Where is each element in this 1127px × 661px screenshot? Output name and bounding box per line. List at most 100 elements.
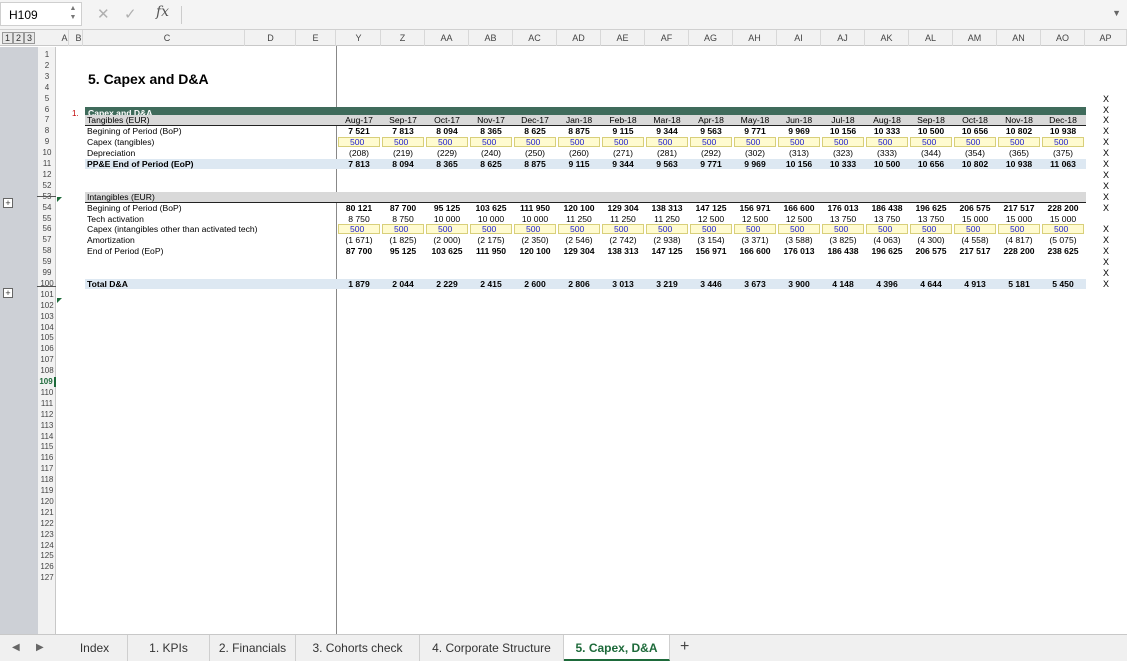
- intangibles-value-cell[interactable]: 500: [337, 224, 381, 234]
- row-header-3[interactable]: 3: [38, 72, 56, 82]
- next-sheet-icon[interactable]: ▶: [36, 642, 44, 653]
- intangibles-value-cell[interactable]: 500: [997, 224, 1041, 234]
- intangibles-value-cell[interactable]: 95 125: [425, 203, 469, 213]
- intangibles-value-cell[interactable]: 15 000: [997, 214, 1041, 224]
- tangibles-value-cell[interactable]: 8 094: [425, 126, 469, 136]
- tangibles-header-label[interactable]: Tangibles (EUR): [87, 115, 150, 125]
- column-header-ao[interactable]: AO: [1041, 30, 1085, 46]
- intangibles-value-cell[interactable]: 500: [645, 224, 689, 234]
- column-header-al[interactable]: AL: [909, 30, 953, 46]
- total-da-value-cell[interactable]: 3 900: [777, 279, 821, 289]
- intangibles-value-cell[interactable]: 176 013: [821, 203, 865, 213]
- row-header-121[interactable]: 121: [38, 508, 56, 518]
- tangibles-value-cell[interactable]: 10 500: [909, 126, 953, 136]
- tangibles-value-cell[interactable]: 500: [381, 137, 425, 147]
- month-header[interactable]: Dec-17: [513, 115, 557, 125]
- row-header-2[interactable]: 2: [38, 61, 56, 71]
- column-header-y[interactable]: Y: [337, 30, 381, 46]
- row-header-124[interactable]: 124: [38, 541, 56, 551]
- month-header[interactable]: Jun-18: [777, 115, 821, 125]
- row-header-12[interactable]: 12: [38, 170, 56, 180]
- tangibles-value-cell[interactable]: 500: [1041, 137, 1085, 147]
- tangibles-value-cell[interactable]: 9 115: [601, 126, 645, 136]
- tangibles-value-cell[interactable]: 500: [337, 137, 381, 147]
- row-header-101[interactable]: 101: [38, 290, 56, 300]
- intangibles-value-cell[interactable]: 206 575: [953, 203, 997, 213]
- intangibles-value-cell[interactable]: 500: [909, 224, 953, 234]
- month-header[interactable]: May-18: [733, 115, 777, 125]
- row-header-118[interactable]: 118: [38, 475, 56, 485]
- tangibles-value-cell[interactable]: 500: [645, 137, 689, 147]
- column-header-ag[interactable]: AG: [689, 30, 733, 46]
- intangibles-value-cell[interactable]: 95 125: [381, 246, 425, 256]
- tangibles-value-cell[interactable]: 10 333: [821, 159, 865, 169]
- column-header-ap[interactable]: AP: [1085, 30, 1127, 46]
- check-marker[interactable]: X: [1103, 268, 1109, 278]
- sheet-tab-4[interactable]: 3. Cohorts check: [296, 635, 420, 661]
- check-marker[interactable]: X: [1103, 279, 1109, 289]
- row-header-117[interactable]: 117: [38, 464, 56, 474]
- intangibles-value-cell[interactable]: 500: [777, 224, 821, 234]
- tangibles-value-cell[interactable]: 8 365: [469, 126, 513, 136]
- total-da-label[interactable]: Total D&A: [87, 279, 128, 289]
- sheet-tab-3[interactable]: 2. Financials: [210, 635, 296, 661]
- tangibles-value-cell[interactable]: (219): [381, 148, 425, 158]
- row-header-115[interactable]: 115: [38, 442, 56, 452]
- expand-group-rows-60-98-icon[interactable]: +: [3, 288, 13, 298]
- formula-input[interactable]: [186, 4, 1106, 26]
- intangibles-value-cell[interactable]: 12 500: [689, 214, 733, 224]
- intangibles-value-cell[interactable]: 166 600: [777, 203, 821, 213]
- intangibles-value-cell[interactable]: 500: [689, 224, 733, 234]
- intangibles-value-cell[interactable]: 120 100: [557, 203, 601, 213]
- row-header-120[interactable]: 120: [38, 497, 56, 507]
- sheet-tab-5[interactable]: 4. Corporate Structure: [420, 635, 564, 661]
- intangibles-value-cell[interactable]: 206 575: [909, 246, 953, 256]
- intangibles-value-cell[interactable]: 500: [953, 224, 997, 234]
- tangibles-row-label[interactable]: Begining of Period (BoP): [87, 126, 182, 136]
- row-header-104[interactable]: 104: [38, 323, 56, 333]
- intangibles-value-cell[interactable]: 186 438: [865, 203, 909, 213]
- column-header-z[interactable]: Z: [381, 30, 425, 46]
- row-header-100[interactable]: 100: [38, 279, 56, 289]
- total-da-value-cell[interactable]: 2 229: [425, 279, 469, 289]
- tangibles-value-cell[interactable]: 7 813: [337, 159, 381, 169]
- tangibles-value-cell[interactable]: 9 771: [689, 159, 733, 169]
- intangibles-value-cell[interactable]: 11 250: [601, 214, 645, 224]
- intangibles-value-cell[interactable]: 500: [865, 224, 909, 234]
- month-header[interactable]: Oct-18: [953, 115, 997, 125]
- row-header-116[interactable]: 116: [38, 453, 56, 463]
- row-header-52[interactable]: 52: [38, 181, 56, 191]
- row-header-119[interactable]: 119: [38, 486, 56, 496]
- row-header-54[interactable]: 54: [38, 203, 56, 213]
- tangibles-value-cell[interactable]: 500: [865, 137, 909, 147]
- intangibles-value-cell[interactable]: 87 700: [381, 203, 425, 213]
- tangibles-value-cell[interactable]: (313): [777, 148, 821, 158]
- confirm-icon[interactable]: ✓: [124, 5, 137, 23]
- row-header-112[interactable]: 112: [38, 410, 56, 420]
- total-da-value-cell[interactable]: 4 148: [821, 279, 865, 289]
- row-header-6[interactable]: 6: [38, 105, 56, 115]
- total-da-value-cell[interactable]: 4 396: [865, 279, 909, 289]
- intangibles-value-cell[interactable]: (1 825): [381, 235, 425, 245]
- tangibles-value-cell[interactable]: 8 625: [469, 159, 513, 169]
- tangibles-value-cell[interactable]: 500: [821, 137, 865, 147]
- intangibles-value-cell[interactable]: 500: [469, 224, 513, 234]
- row-header-110[interactable]: 110: [38, 388, 56, 398]
- month-header[interactable]: Sep-17: [381, 115, 425, 125]
- tangibles-value-cell[interactable]: 11 063: [1041, 159, 1085, 169]
- check-marker[interactable]: X: [1103, 181, 1109, 191]
- intangibles-value-cell[interactable]: 156 971: [733, 203, 777, 213]
- intangibles-value-cell[interactable]: (4 300): [909, 235, 953, 245]
- intangibles-row-label[interactable]: Begining of Period (BoP): [87, 203, 182, 213]
- row-header-59[interactable]: 59: [38, 257, 56, 267]
- row-header-56[interactable]: 56: [38, 224, 56, 234]
- column-header-af[interactable]: AF: [645, 30, 689, 46]
- intangibles-value-cell[interactable]: 138 313: [601, 246, 645, 256]
- tangibles-value-cell[interactable]: 10 156: [777, 159, 821, 169]
- row-header-108[interactable]: 108: [38, 366, 56, 376]
- intangibles-value-cell[interactable]: 228 200: [997, 246, 1041, 256]
- check-marker[interactable]: X: [1103, 192, 1109, 202]
- tangibles-value-cell[interactable]: 500: [557, 137, 601, 147]
- check-marker[interactable]: X: [1103, 94, 1109, 104]
- tangibles-value-cell[interactable]: (292): [689, 148, 733, 158]
